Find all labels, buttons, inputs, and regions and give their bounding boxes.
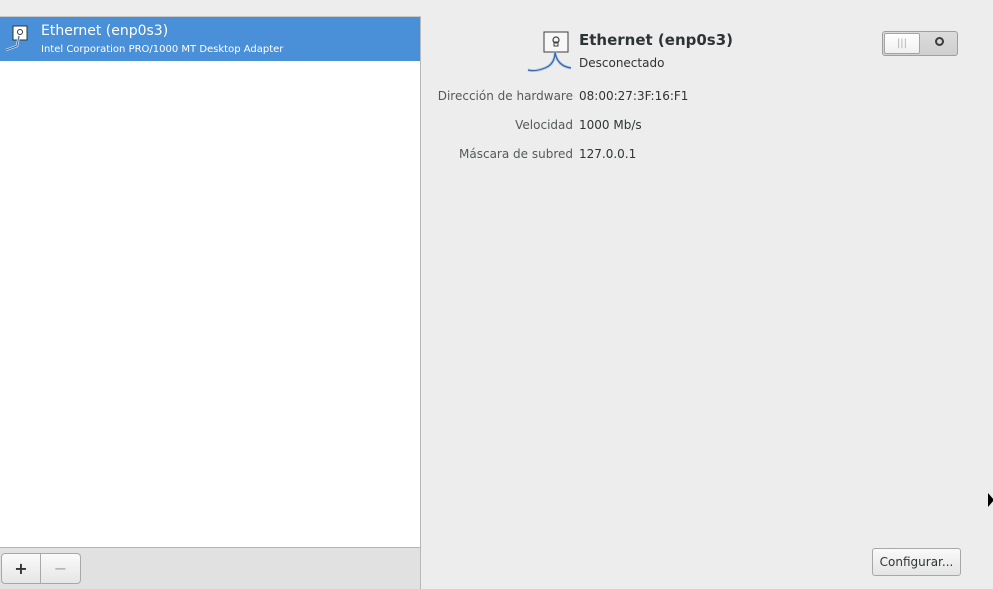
device-description: Intel Corporation PRO/1000 MT Desktop Ad…: [41, 44, 284, 55]
switch-off-indicator-icon: [935, 37, 944, 46]
network-wired-icon: [525, 30, 575, 75]
speed-label: Velocidad: [515, 118, 573, 132]
connection-status: Desconectado: [579, 56, 665, 70]
device-list-item-ethernet[interactable]: Ethernet (enp0s3) Intel Corporation PRO/…: [0, 17, 420, 61]
connection-toggle-switch[interactable]: |||: [882, 31, 958, 56]
speed-value: 1000 Mb/s: [579, 118, 642, 132]
mouse-cursor-icon: [987, 492, 993, 508]
add-device-button[interactable]: +: [1, 553, 41, 584]
device-list: Ethernet (enp0s3) Intel Corporation PRO/…: [0, 16, 421, 548]
subnet-mask-label: Máscara de subred: [459, 147, 573, 161]
hardware-address-label: Dirección de hardware: [437, 89, 573, 103]
subnet-mask-value: 127.0.0.1: [579, 147, 637, 161]
network-wired-icon: [4, 24, 32, 56]
configure-button[interactable]: Configurar...: [872, 548, 961, 576]
device-list-toolbar: + −: [0, 547, 421, 589]
device-title: Ethernet (enp0s3): [579, 31, 734, 49]
switch-knob[interactable]: |||: [884, 33, 920, 54]
remove-device-button[interactable]: −: [41, 553, 81, 584]
hardware-address-value: 08:00:27:3F:16:F1: [579, 89, 689, 103]
device-name: Ethernet (enp0s3): [41, 23, 169, 39]
